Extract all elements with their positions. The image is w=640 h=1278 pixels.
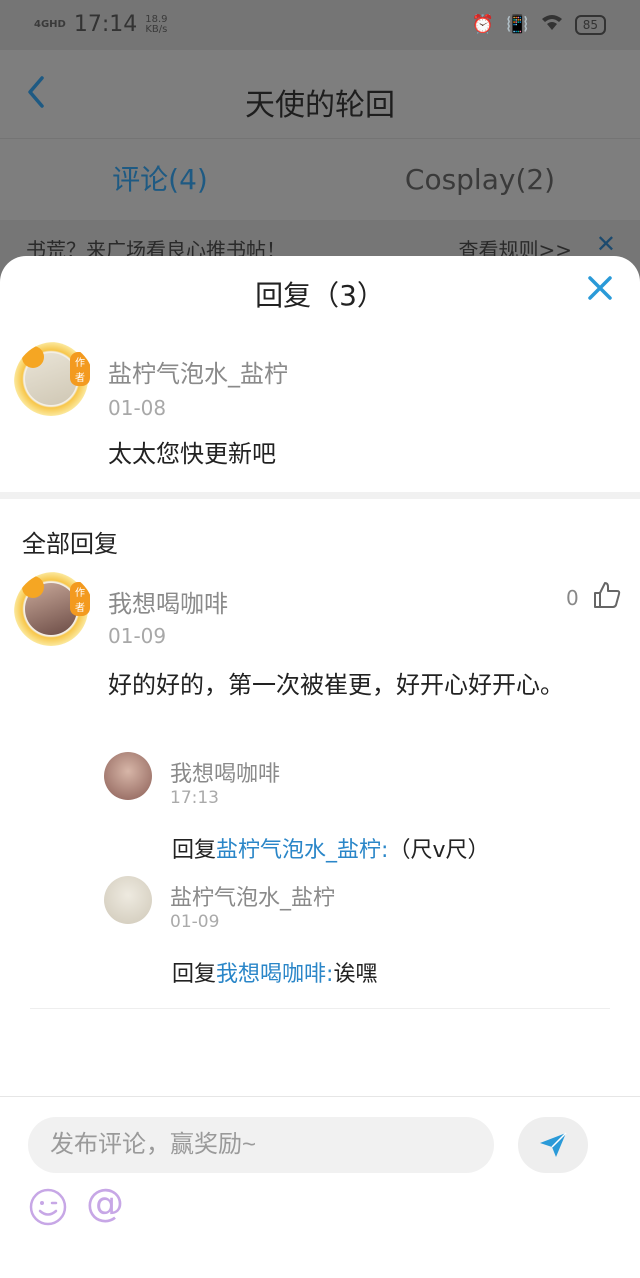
- sub-reply-author[interactable]: 盐柠气泡水_盐柠: [170, 880, 335, 912]
- comment-date: 01-08: [108, 396, 167, 420]
- reply-text: 好的好的，第一次被崔更，好开心好开心。: [108, 671, 564, 699]
- compose-bar: @: [0, 1096, 640, 1278]
- comment-text: 太太您快更新吧: [108, 440, 276, 468]
- thumbs-up-icon[interactable]: [592, 580, 622, 610]
- section-divider: [0, 492, 640, 499]
- emoji-icon[interactable]: [28, 1187, 68, 1227]
- sub-reply-avatar[interactable]: [104, 752, 152, 800]
- reply-target-link[interactable]: 盐柠气泡水_盐柠:: [216, 838, 388, 863]
- vibrate-icon: 📳: [506, 14, 529, 35]
- comment-input[interactable]: [28, 1117, 494, 1173]
- author-badge: 作者: [70, 352, 90, 386]
- sub-reply-author[interactable]: 我想喝咖啡: [170, 756, 280, 788]
- wifi-icon: [541, 13, 563, 36]
- tab-cosplay[interactable]: Cosplay(2): [320, 139, 640, 220]
- clock: 17:14: [73, 12, 138, 37]
- tab-comments[interactable]: 评论(4): [0, 139, 320, 220]
- list-end-divider: [30, 1008, 610, 1009]
- network-speed: 18.9 KB/s: [145, 13, 168, 35]
- close-icon[interactable]: [586, 274, 614, 302]
- sub-reply-text: 回复我想喝咖啡:诶嘿: [172, 962, 378, 987]
- sub-reply-time: 01-09: [170, 912, 220, 932]
- reply-target-link[interactable]: 我想喝咖啡:: [216, 962, 333, 987]
- sheet-header: 回复（3）: [0, 256, 640, 328]
- sheet-title: 回复（3）: [255, 279, 385, 312]
- alarm-icon: ⏰: [471, 14, 495, 35]
- reply-date: 01-09: [108, 624, 167, 648]
- battery-indicator: 85: [574, 14, 606, 35]
- reply-sheet: 回复（3） 作者 盐柠气泡水_盐柠 01-08 太太您快更新吧 全部回复 作者 …: [0, 256, 640, 1278]
- sub-reply-time: 17:13: [170, 788, 219, 808]
- send-icon: [540, 1132, 567, 1157]
- page-title: 天使的轮回: [245, 88, 395, 123]
- nav-bar: 天使的轮回: [0, 50, 640, 138]
- main-comment: 作者 盐柠气泡水_盐柠 01-08 太太您快更新吧: [0, 336, 640, 491]
- reply-author-name[interactable]: 我想喝咖啡: [108, 584, 228, 619]
- sub-reply-avatar[interactable]: [104, 876, 152, 924]
- status-bar: 4GHD 17:14 18.9 KB/s ⏰ 📳 85: [0, 0, 640, 50]
- signal-indicator: 4GHD: [34, 18, 66, 30]
- tab-bar: 评论(4) Cosplay(2): [0, 138, 640, 220]
- sub-reply-text: 回复盐柠气泡水_盐柠:（尺v尺）: [172, 838, 490, 863]
- mention-icon[interactable]: @: [86, 1181, 124, 1225]
- banner-close-icon[interactable]: ✕: [596, 230, 616, 258]
- send-button[interactable]: [518, 1117, 588, 1173]
- like-count: 0: [566, 586, 579, 610]
- all-replies-heading: 全部回复: [22, 530, 118, 558]
- reply-author-avatar[interactable]: 作者: [14, 572, 94, 652]
- author-avatar[interactable]: 作者: [14, 342, 94, 422]
- comment-author-name[interactable]: 盐柠气泡水_盐柠: [108, 354, 288, 389]
- author-badge: 作者: [70, 582, 90, 616]
